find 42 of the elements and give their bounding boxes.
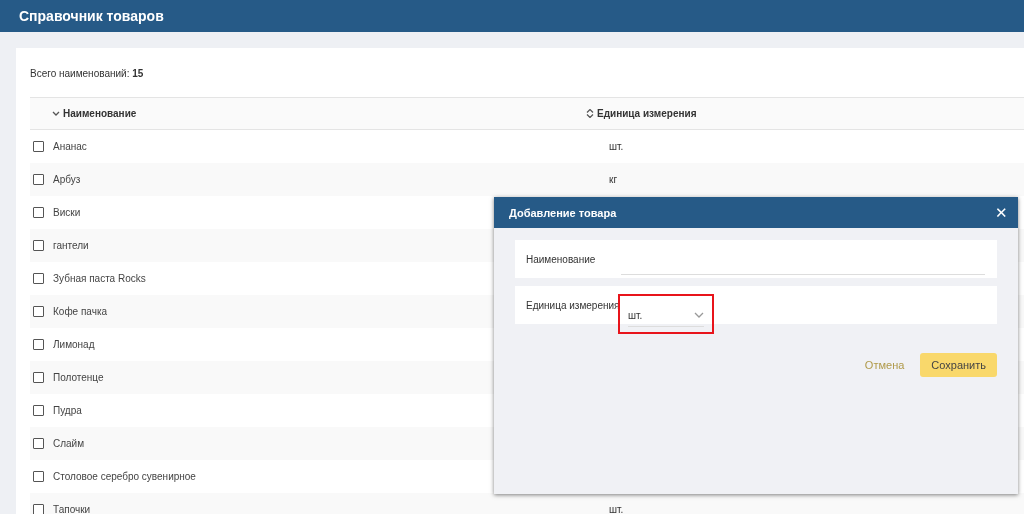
chevron-down-icon[interactable] bbox=[52, 109, 60, 118]
page-title: Справочник товаров bbox=[19, 8, 164, 24]
row-checkbox[interactable] bbox=[33, 438, 44, 449]
row-checkbox[interactable] bbox=[33, 306, 44, 317]
product-name: Зубная паста Rocks bbox=[53, 273, 146, 284]
close-button[interactable]: ✕ bbox=[995, 203, 1008, 222]
product-name: Тапочки bbox=[53, 504, 91, 514]
product-name: Лимонад bbox=[53, 339, 95, 350]
table-row[interactable]: Арбуз кг bbox=[30, 163, 1024, 196]
row-checkbox[interactable] bbox=[33, 372, 44, 383]
row-checkbox[interactable] bbox=[33, 471, 44, 482]
item-count: Всего наименований: 15 bbox=[30, 68, 145, 81]
table-row[interactable]: Тапочки шт. bbox=[30, 493, 1024, 514]
field-label: Наименование bbox=[526, 253, 597, 265]
sort-icon[interactable] bbox=[586, 109, 594, 118]
product-name: Арбуз bbox=[53, 174, 81, 185]
dialog-title: Добавление товара bbox=[509, 206, 617, 219]
product-name: Ананас bbox=[53, 141, 87, 152]
row-checkbox[interactable] bbox=[33, 504, 44, 514]
row-checkbox[interactable] bbox=[33, 141, 44, 152]
row-checkbox[interactable] bbox=[33, 174, 44, 185]
row-checkbox[interactable] bbox=[33, 339, 44, 350]
row-checkbox[interactable] bbox=[33, 405, 44, 416]
product-name: Пудра bbox=[53, 405, 82, 416]
chevron-down-icon bbox=[694, 312, 704, 318]
row-checkbox[interactable] bbox=[33, 207, 44, 218]
product-name: гантели bbox=[53, 240, 89, 251]
unit-cell: шт. bbox=[609, 504, 624, 514]
product-name: Виски bbox=[53, 207, 81, 218]
row-checkbox[interactable] bbox=[33, 240, 44, 251]
unit-select[interactable]: шт. bbox=[628, 304, 704, 327]
product-name: Столовое серебро сувенирное bbox=[53, 471, 196, 482]
product-name: Слайм bbox=[53, 438, 85, 449]
row-checkbox[interactable] bbox=[33, 273, 44, 284]
save-button[interactable]: Сохранить bbox=[920, 353, 997, 377]
unit-cell: шт. bbox=[609, 141, 624, 152]
column-header[interactable]: Единица измерения bbox=[597, 108, 697, 119]
unit-cell: кг bbox=[609, 174, 618, 185]
column-header[interactable]: Наименование bbox=[63, 108, 137, 119]
field-label: Единица измерения bbox=[526, 299, 618, 311]
product-name: Полотенце bbox=[53, 372, 104, 383]
product-name: Кофе пачка bbox=[53, 306, 108, 317]
